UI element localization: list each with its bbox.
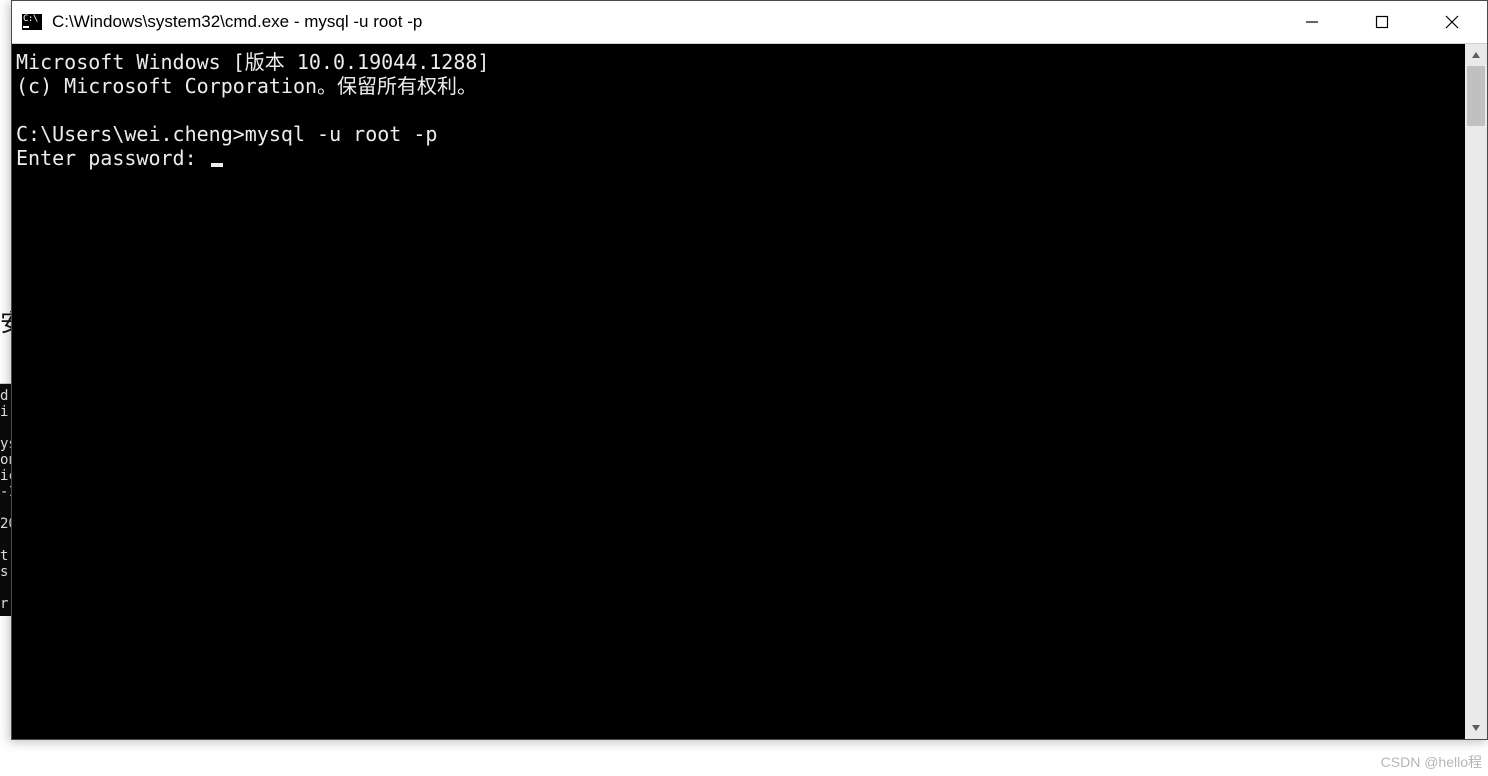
window-controls xyxy=(1277,1,1487,43)
minimize-icon xyxy=(1305,15,1319,29)
scrollbar-track[interactable] xyxy=(1465,66,1487,717)
terminal[interactable]: Microsoft Windows [版本 10.0.19044.1288] (… xyxy=(12,44,1465,739)
minimize-button[interactable] xyxy=(1277,1,1347,43)
terminal-cursor xyxy=(211,163,223,167)
maximize-button[interactable] xyxy=(1347,1,1417,43)
chevron-up-icon xyxy=(1471,50,1481,60)
terminal-line: (c) Microsoft Corporation。保留所有权利。 xyxy=(16,74,477,98)
terminal-line: Microsoft Windows [版本 10.0.19044.1288] xyxy=(16,50,489,74)
cmd-icon xyxy=(22,14,42,30)
terminal-line: Enter password: xyxy=(16,146,197,170)
terminal-line: C:\Users\wei.cheng>mysql -u root -p xyxy=(16,122,437,146)
window-title: C:\Windows\system32\cmd.exe - mysql -u r… xyxy=(52,12,1277,32)
scrollbar-thumb[interactable] xyxy=(1467,66,1485,126)
client-area: Microsoft Windows [版本 10.0.19044.1288] (… xyxy=(12,44,1487,739)
scroll-up-button[interactable] xyxy=(1465,44,1487,66)
scroll-down-button[interactable] xyxy=(1465,717,1487,739)
cmd-window: C:\Windows\system32\cmd.exe - mysql -u r… xyxy=(11,0,1488,740)
vertical-scrollbar[interactable] xyxy=(1465,44,1487,739)
maximize-icon xyxy=(1375,15,1389,29)
close-icon xyxy=(1445,15,1459,29)
titlebar[interactable]: C:\Windows\system32\cmd.exe - mysql -u r… xyxy=(12,1,1487,44)
chevron-down-icon xyxy=(1471,723,1481,733)
watermark: CSDN @hello程 xyxy=(1381,752,1482,772)
close-button[interactable] xyxy=(1417,1,1487,43)
